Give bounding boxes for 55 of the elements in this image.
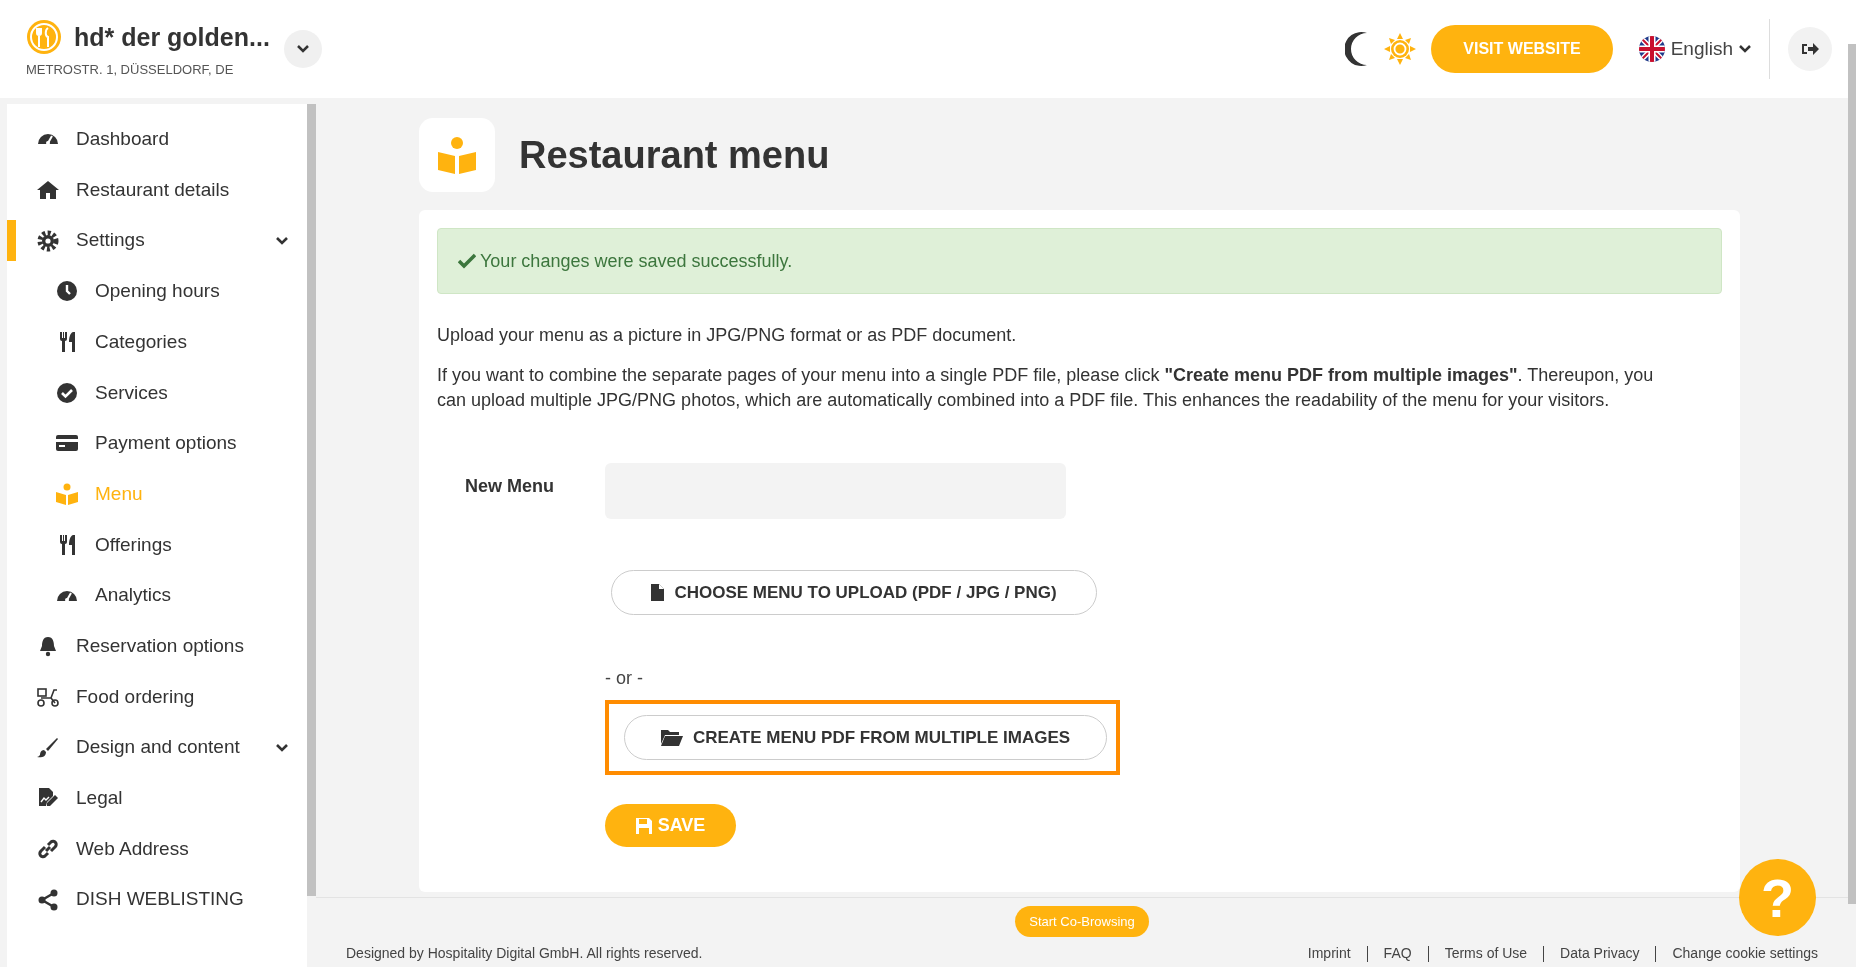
sidebar-subitem[interactable]: Services <box>7 367 307 419</box>
sidebar-subitem[interactable]: Analytics <box>7 570 307 621</box>
uk-flag-icon <box>1638 36 1665 62</box>
sidebar-item[interactable]: Legal <box>7 772 307 824</box>
or-separator: - or - <box>605 667 643 690</box>
chevron-down-icon <box>275 742 289 753</box>
active-indicator <box>7 220 16 262</box>
sidebar-item[interactable]: Dashboard <box>7 114 307 165</box>
book-reader-icon <box>437 136 477 174</box>
clock-icon <box>55 279 79 304</box>
sidebar-item[interactable]: Reservation options <box>7 620 307 672</box>
logout-icon <box>1801 41 1819 57</box>
language-selector[interactable]: English <box>1638 34 1751 64</box>
create-pdf-button[interactable]: CREATE MENU PDF FROM MULTIPLE IMAGES <box>624 715 1107 760</box>
description-text: If you want to combine the separate pages of your menu into a single PDF file, please click "Create menu PDF from multiple images". Thereupon, you can upload multiple JPG/PNG photos, which are automatically combined into a PDF file. This enhances the readability of the menu for your visitors. <box>437 364 1655 412</box>
restaurant-address: METROSTR. 1, DÜSSELDORF, DE <box>26 61 235 79</box>
sidebar-item[interactable]: Design and content <box>7 722 307 773</box>
sidebar-item[interactable]: Settings <box>7 215 307 267</box>
footer-link[interactable]: Change cookie settings <box>1672 943 1818 964</box>
restaurant-switch-button[interactable] <box>283 30 322 68</box>
gear-icon <box>36 228 60 253</box>
footer-link[interactable]: Data Privacy <box>1560 943 1640 964</box>
copyright-text: Designed by Hospitality Digital GmbH. All rights reserved. <box>346 944 703 963</box>
sidebar-subitem[interactable]: Payment options <box>7 418 307 469</box>
sidebar-item[interactable]: DISH WEBLISTING <box>7 874 307 925</box>
footer-link[interactable]: FAQ <box>1383 943 1412 964</box>
chevron-down-icon <box>275 235 289 246</box>
footer-link[interactable]: Imprint <box>1307 943 1351 964</box>
page-title: Restaurant menu <box>519 132 830 178</box>
restaurant-name: hd* der golden... <box>74 21 270 53</box>
checkmark-icon <box>458 253 476 269</box>
logout-button[interactable] <box>1788 27 1832 71</box>
sidebar-item[interactable]: Restaurant details <box>7 164 307 216</box>
sidebar-item[interactable]: Food ordering <box>7 671 307 723</box>
moon-sun-icon <box>1345 29 1418 69</box>
check-circle-icon <box>55 380 79 405</box>
sidebar-scrollbar[interactable] <box>307 104 316 896</box>
folder-icon <box>660 729 683 746</box>
sidebar-subitem[interactable]: Opening hours <box>7 266 307 317</box>
footer-link[interactable]: Terms of Use <box>1444 943 1528 964</box>
sidebar-item[interactable]: Web Address <box>7 823 307 875</box>
book-reader-icon <box>55 482 79 507</box>
file-icon <box>651 584 665 601</box>
field-label: New Menu <box>464 475 555 498</box>
chevron-down-icon <box>295 44 310 54</box>
success-message: Your changes were saved successfully. <box>480 249 793 273</box>
theme-toggle[interactable] <box>1345 29 1418 69</box>
sidebar-subitem[interactable]: Categories <box>7 316 307 368</box>
restaurant-logo-icon <box>26 19 62 56</box>
share-icon <box>36 887 60 912</box>
brush-icon <box>36 735 60 760</box>
sidebar-subitem[interactable]: Offerings <box>7 519 307 571</box>
page-scrollbar[interactable] <box>1848 44 1856 904</box>
chevron-down-icon <box>1739 45 1751 53</box>
intro-text: Upload your menu as a picture in JPG/PNG format or as PDF document. <box>437 324 1018 347</box>
